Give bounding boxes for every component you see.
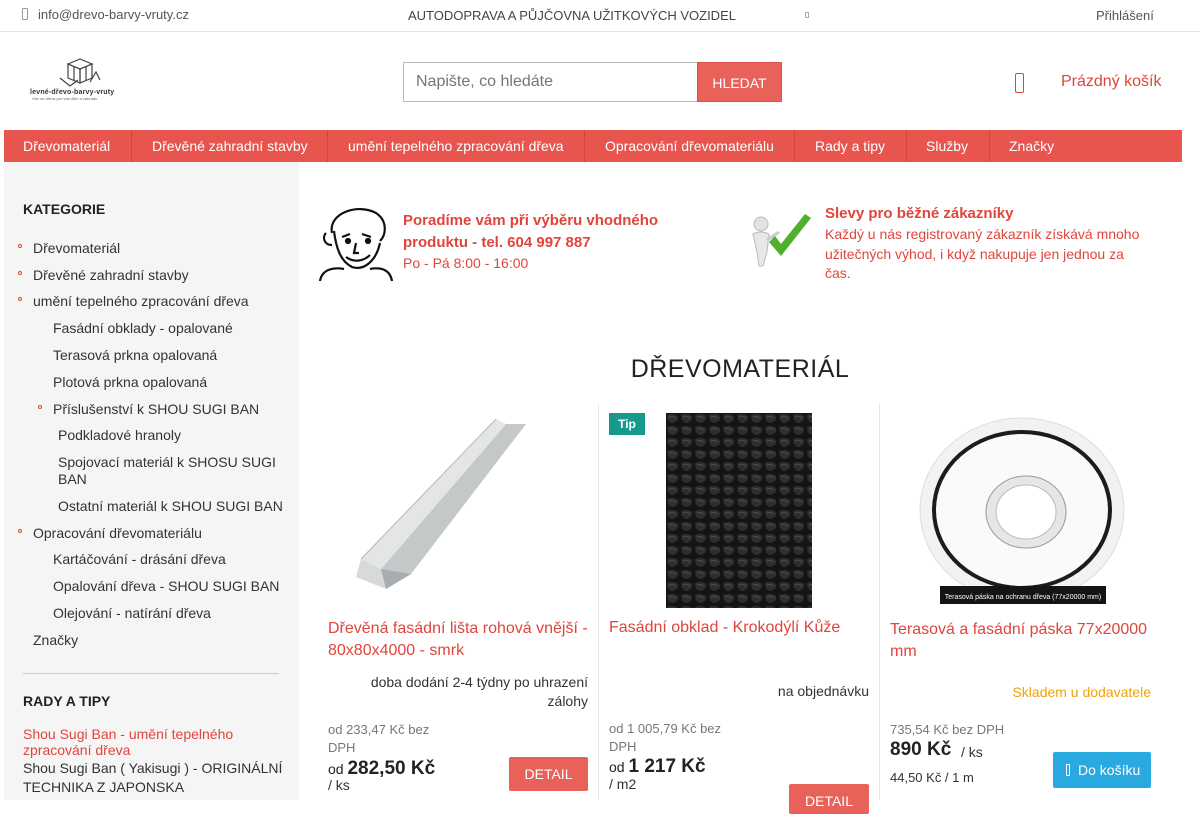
nav-divider bbox=[794, 130, 795, 162]
sidebar-item-olejovani[interactable]: Olejování - natírání dřeva bbox=[53, 605, 211, 622]
sidebar-item-ostatni-material[interactable]: Ostatní materiál k SHOU SUGI BAN bbox=[58, 498, 283, 515]
cart-label[interactable]: Prázdný košík bbox=[1061, 73, 1161, 91]
sidebar-item-podkladove-hranoly[interactable]: Podkladové hranoly bbox=[58, 427, 181, 444]
email-link[interactable]: info@drevo-barvy-vruty.cz bbox=[22, 7, 189, 22]
search-form: HLEDAT bbox=[403, 62, 782, 102]
nav-item-znacky[interactable]: Značky bbox=[1009, 130, 1054, 162]
square-icon bbox=[805, 12, 809, 18]
price-value: 282,50 Kč bbox=[347, 758, 436, 779]
logo-tagline: Vše ze dřeva pro váš dům a zahradu bbox=[32, 96, 98, 101]
email-text[interactable]: info@drevo-barvy-vruty.cz bbox=[38, 7, 189, 22]
logo-text: levné-dřevo-barvy-vruty bbox=[30, 89, 115, 96]
sidebar-item-fasadni-obklady[interactable]: Fasádní obklady - opalované bbox=[53, 320, 233, 337]
top-bar: info@drevo-barvy-vruty.cz AUTODOPRAVA A … bbox=[0, 0, 1200, 32]
sidebar: KATEGORIE Dřevomateriál Dřevěné zahradní… bbox=[4, 162, 299, 800]
tip-link[interactable]: Shou Sugi Ban - umění tepelného zpracová… bbox=[23, 726, 283, 758]
site-logo[interactable]: levné-dřevo-barvy-vruty Vše ze dřeva pro… bbox=[30, 58, 130, 102]
product-image[interactable] bbox=[356, 419, 526, 589]
product-card: Terasová páska na ochranu dřeva (77x2000… bbox=[880, 404, 1165, 800]
sidebar-item-zahradni-stavby[interactable]: Dřevěné zahradní stavby bbox=[33, 267, 189, 284]
detail-button[interactable]: DETAIL bbox=[789, 784, 869, 814]
product-availability: na objednávku bbox=[777, 683, 869, 699]
page-title: DŘEVOMATERIÁL bbox=[630, 355, 850, 383]
product-availability: doba dodání 2-4 týdny po uhrazení zálohy bbox=[370, 674, 588, 709]
sidebar-item-opracovani[interactable]: Opracování dřevomateriálu bbox=[33, 525, 202, 542]
price-value: 1 217 Kč bbox=[628, 756, 706, 777]
product-name[interactable]: Terasová a fasádní páska 77x20000 mm bbox=[890, 619, 1160, 663]
nav-divider bbox=[131, 130, 132, 162]
tip-text: Shou Sugi Ban ( Yakisugi ) - ORIGINÁLNÍ … bbox=[23, 760, 283, 795]
nav-divider bbox=[584, 130, 585, 162]
product-card: Tip Fasádní obklad - Krokodýlí Kůže na o… bbox=[599, 404, 879, 814]
price-ex-vat: od 1 005,79 Kč bez DPH bbox=[609, 721, 722, 754]
nav-item-opracovani[interactable]: Opracování dřevomateriálu bbox=[605, 130, 774, 162]
search-button[interactable]: HLEDAT bbox=[697, 62, 782, 102]
sidebar-item-kartacovani[interactable]: Kartáčování - drásání dřeva bbox=[53, 551, 226, 568]
nav-divider bbox=[906, 130, 907, 162]
bullet-icon bbox=[18, 271, 22, 275]
tip-badge: Tip bbox=[609, 413, 645, 435]
price-ex-vat: 735,54 Kč bez DPH bbox=[890, 722, 1005, 737]
product-image[interactable]: Terasová páska na ochranu dřeva (77x2000… bbox=[910, 412, 1135, 608]
product-price: 890 Kč bbox=[890, 739, 951, 761]
search-input[interactable] bbox=[403, 62, 697, 102]
nav-item-tepelne-zpracovani[interactable]: umění tepelného zpracování dřeva bbox=[348, 130, 564, 162]
tips-title: RADY A TIPY bbox=[23, 693, 111, 709]
cart-icon bbox=[1015, 73, 1024, 93]
nav-item-drevomaterial[interactable]: Dřevomateriál bbox=[23, 130, 110, 162]
product-name[interactable]: Fasádní obklad - Krokodýlí Kůže bbox=[609, 617, 874, 639]
sidebar-item-drevomaterial[interactable]: Dřevomateriál bbox=[33, 240, 120, 257]
price-unit: / m2 bbox=[609, 776, 637, 792]
checkmark-figure-icon bbox=[752, 214, 811, 267]
discount-title[interactable]: Slevy pro běžné zákazníky bbox=[825, 203, 1145, 225]
categories-title: KATEGORIE bbox=[23, 201, 106, 217]
advisor-illustration-icon bbox=[318, 208, 394, 282]
product-price: od 1 217 Kč bbox=[609, 756, 706, 778]
price-ex-vat: od 233,47 Kč bez DPH bbox=[328, 722, 430, 755]
product-name[interactable]: Dřevěná fasádní lišta rohová vnější - 80… bbox=[328, 618, 593, 662]
price-value: 890 Kč bbox=[890, 739, 952, 760]
sidebar-item-terasova-prkna[interactable]: Terasová prkna opalovaná bbox=[53, 347, 217, 364]
bullet-icon bbox=[18, 244, 22, 248]
login-link[interactable]: Přihlášení bbox=[1096, 8, 1154, 23]
sidebar-item-prislusenstvi[interactable]: Příslušenství k SHOU SUGI BAN bbox=[53, 401, 259, 418]
main-nav: Dřevomateriál Dřevěné zahradní stavby um… bbox=[4, 130, 1182, 162]
advice-box: Poradíme vám při výběru vhodného produkt… bbox=[403, 210, 693, 274]
sidebar-divider bbox=[23, 673, 279, 674]
logo-icon bbox=[59, 58, 101, 87]
cart-small-icon bbox=[1066, 764, 1070, 776]
sidebar-item-opalovani[interactable]: Opalování dřeva - SHOU SUGI BAN bbox=[53, 578, 279, 595]
price-unit: / ks bbox=[961, 744, 983, 760]
nav-divider bbox=[327, 130, 328, 162]
discount-text: Každý u nás registrovaný zákazník získáv… bbox=[825, 226, 1140, 281]
price-prefix: od bbox=[328, 761, 344, 777]
top-center-link[interactable]: AUTODOPRAVA A PŮJČOVNA UŽITKOVÝCH VOZIDE… bbox=[408, 8, 736, 23]
sidebar-item-plotova-prkna[interactable]: Plotová prkna opalovaná bbox=[53, 374, 207, 391]
bullet-icon bbox=[18, 297, 22, 301]
price-prefix: od bbox=[609, 759, 625, 775]
add-to-cart-label[interactable]: Do košíku bbox=[1078, 762, 1140, 778]
advice-hours: Po - Pá 8:00 - 16:00 bbox=[403, 255, 529, 271]
nav-item-zahradni-stavby[interactable]: Dřevěné zahradní stavby bbox=[152, 130, 308, 162]
discount-box: Slevy pro běžné zákazníky Každý u nás re… bbox=[825, 203, 1145, 284]
bullet-icon bbox=[18, 529, 22, 533]
sidebar-item-znacky[interactable]: Značky bbox=[33, 632, 78, 649]
detail-button[interactable]: DETAIL bbox=[509, 757, 588, 791]
product-image[interactable] bbox=[666, 413, 812, 608]
nav-item-rady-tipy[interactable]: Rady a tipy bbox=[815, 130, 885, 162]
product-card: Dřevěná fasádní lišta rohová vnější - 80… bbox=[318, 404, 598, 800]
advice-title[interactable]: Poradíme vám při výběru vhodného produkt… bbox=[403, 210, 693, 254]
sidebar-item-tepelne-zpracovani[interactable]: umění tepelného zpracování dřeva bbox=[33, 293, 249, 310]
nav-divider bbox=[989, 130, 990, 162]
image-caption: Terasová páska na ochranu dřeva (77x2000… bbox=[945, 594, 1101, 601]
add-to-cart-button[interactable]: Do košíku bbox=[1053, 752, 1151, 788]
price-per-meter: 44,50 Kč / 1 m bbox=[890, 770, 974, 785]
phone-icon bbox=[22, 8, 28, 20]
nav-item-sluzby[interactable]: Služby bbox=[926, 130, 968, 162]
sidebar-item-spojovaci-material[interactable]: Spojovací materiál k SHOSU SUGI BAN bbox=[58, 454, 283, 488]
bullet-icon bbox=[38, 405, 42, 409]
product-availability: Skladem u dodavatele bbox=[1012, 684, 1151, 700]
price-unit: / ks bbox=[328, 777, 350, 793]
